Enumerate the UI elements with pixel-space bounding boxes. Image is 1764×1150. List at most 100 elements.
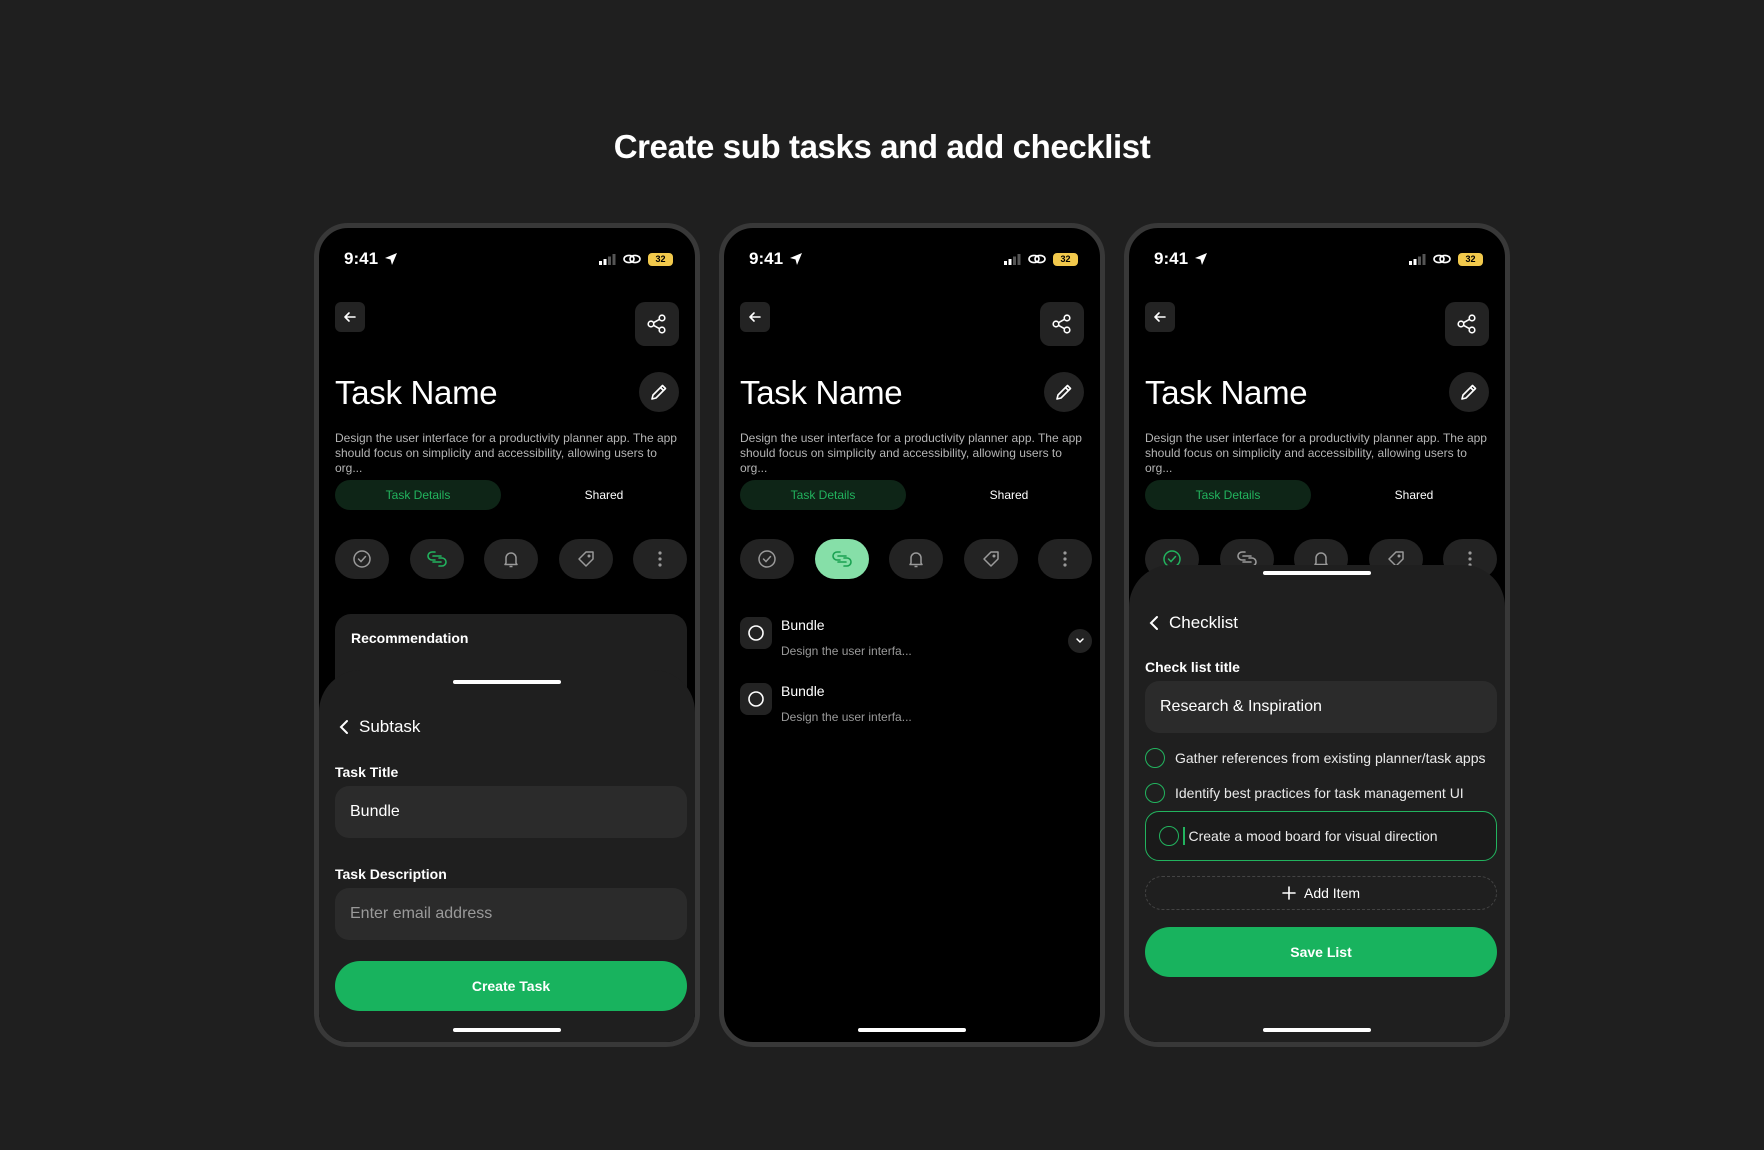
action-reminder-button[interactable]: [484, 539, 538, 579]
sheet-title: Subtask: [359, 717, 421, 736]
add-item-button[interactable]: Add Item: [1145, 876, 1497, 910]
checklist-title-input[interactable]: Research & Inspiration: [1145, 681, 1497, 733]
task-tabs: Task Details Shared: [335, 480, 687, 510]
task-name: Task Name: [335, 374, 498, 411]
check-circle-icon: [758, 550, 776, 568]
bell-icon: [909, 552, 923, 568]
action-check-button[interactable]: [740, 539, 794, 579]
expand-button[interactable]: [1068, 629, 1092, 653]
checklist-item[interactable]: Identify best practices for task managem…: [1145, 782, 1497, 804]
task-description: Design the user interface for a producti…: [740, 431, 1082, 475]
task-title-input[interactable]: Bundle: [335, 786, 687, 838]
checklist-title-label: Check list title: [1145, 659, 1240, 675]
task-title-label: Task Title: [335, 764, 399, 780]
bell-icon: [504, 552, 518, 568]
task-name: Task Name: [740, 374, 903, 411]
arrow-left-icon: [1154, 312, 1166, 322]
share-icon: [647, 314, 666, 334]
checklist-item-checkbox[interactable]: [1159, 826, 1179, 846]
tab-task-details[interactable]: Task Details: [1145, 480, 1311, 510]
chevron-left-icon: [1149, 616, 1158, 630]
plus-icon: [1282, 886, 1296, 900]
action-reminder-button[interactable]: [889, 539, 943, 579]
tab-task-details[interactable]: Task Details: [335, 480, 501, 510]
tab-shared[interactable]: Shared: [521, 480, 687, 510]
subtask-checkbox[interactable]: [740, 617, 772, 649]
action-tag-button[interactable]: [558, 539, 613, 579]
subtask-title: Bundle: [781, 617, 825, 633]
checklist-item-checkbox[interactable]: [1145, 748, 1165, 768]
task-description-input[interactable]: Enter email address: [335, 888, 687, 940]
checklist-edit-text: Create a mood board for visual direction: [1188, 828, 1438, 844]
checklist-back-button[interactable]: Checklist: [1149, 613, 1238, 633]
share-button[interactable]: [635, 302, 679, 346]
pencil-icon: [651, 384, 667, 400]
more-vertical-icon: [1063, 551, 1067, 567]
status-time-group: 9:41: [749, 249, 803, 269]
action-tag-button[interactable]: [963, 539, 1018, 579]
edit-button[interactable]: [1449, 372, 1489, 412]
empty-circle-icon: [748, 691, 764, 707]
checklist-item-edit-input[interactable]: Create a mood board for visual direction: [1145, 811, 1497, 861]
link-status-icon: [1433, 254, 1451, 264]
checklist-item-checkbox[interactable]: [1145, 783, 1165, 803]
action-subtask-button[interactable]: [814, 539, 869, 579]
action-subtask-button[interactable]: [409, 539, 464, 579]
status-bar: 9:41 32: [344, 248, 673, 270]
action-check-button[interactable]: [335, 539, 389, 579]
signal-icon: [599, 253, 616, 265]
link-status-icon: [1028, 254, 1046, 264]
checklist-sheet: Checklist Check list title Research & In…: [1129, 565, 1505, 1042]
task-action-icons: [740, 539, 1092, 579]
recommendation-title: Recommendation: [351, 630, 469, 646]
share-button[interactable]: [1445, 302, 1489, 346]
location-arrow-icon: [790, 253, 803, 265]
subtask-checkbox[interactable]: [740, 683, 772, 715]
action-more-button[interactable]: [1038, 539, 1092, 579]
home-indicator: [453, 1028, 561, 1032]
tag-icon: [577, 551, 594, 567]
tag-icon: [982, 551, 999, 567]
edit-button[interactable]: [639, 372, 679, 412]
share-button[interactable]: [1040, 302, 1084, 346]
task-description: Design the user interface for a producti…: [335, 431, 677, 475]
subtask-item[interactable]: Bundle Design the user interfa...: [740, 615, 1092, 671]
share-icon: [1052, 314, 1071, 334]
phone-checklist-screen: 9:41 32 Task Name Design the user interf…: [1124, 223, 1510, 1047]
pencil-icon: [1056, 384, 1072, 400]
location-arrow-icon: [385, 253, 398, 265]
subtask-item[interactable]: Bundle Design the user interfa...: [740, 681, 1092, 737]
task-action-icons: [335, 539, 687, 579]
sheet-handle[interactable]: [453, 680, 561, 684]
edit-button[interactable]: [1044, 372, 1084, 412]
chevron-left-icon: [339, 720, 348, 734]
checklist-item[interactable]: Gather references from existing planner/…: [1145, 747, 1497, 769]
sheet-handle[interactable]: [1263, 571, 1371, 575]
back-button[interactable]: [1145, 302, 1175, 332]
status-indicators: 32: [599, 252, 673, 266]
tab-task-details[interactable]: Task Details: [740, 480, 906, 510]
check-circle-icon: [353, 550, 371, 568]
sheet-title: Checklist: [1169, 613, 1238, 632]
link-icon: [426, 551, 447, 567]
arrow-left-icon: [344, 312, 356, 322]
home-indicator: [1263, 1028, 1371, 1032]
task-tabs: Task Details Shared: [740, 480, 1092, 510]
tab-shared[interactable]: Shared: [1331, 480, 1497, 510]
tab-shared[interactable]: Shared: [926, 480, 1092, 510]
task-tabs: Task Details Shared: [1145, 480, 1497, 510]
link-status-icon: [623, 254, 641, 264]
text-caret: [1183, 827, 1185, 845]
back-button[interactable]: [740, 302, 770, 332]
status-time: 9:41: [1154, 249, 1189, 268]
subtask-back-button[interactable]: Subtask: [339, 717, 420, 737]
home-indicator: [858, 1028, 966, 1032]
status-bar: 9:41 32: [1154, 248, 1483, 270]
action-more-button[interactable]: [633, 539, 687, 579]
task-description-label: Task Description: [335, 866, 447, 882]
save-list-button[interactable]: Save List: [1145, 927, 1497, 977]
chevron-down-icon: [1076, 638, 1084, 644]
status-indicators: 32: [1004, 252, 1078, 266]
create-task-button[interactable]: Create Task: [335, 961, 687, 1011]
back-button[interactable]: [335, 302, 365, 332]
